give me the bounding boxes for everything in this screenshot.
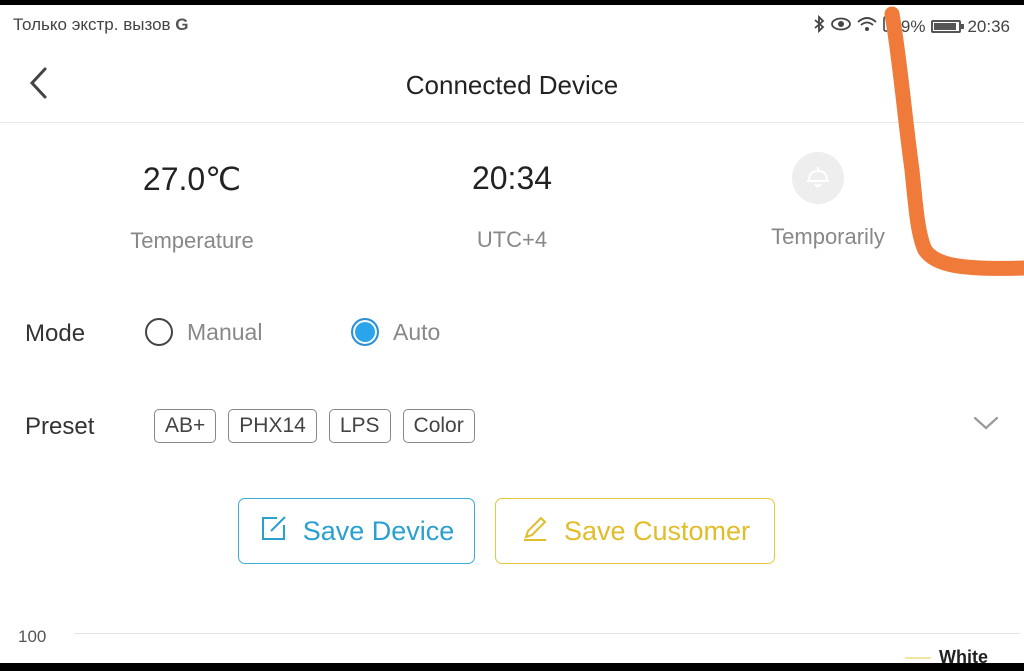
status-bar: Только экстр. вызов G 9% 20:36 — [0, 5, 1024, 45]
mode-manual-label: Manual — [187, 318, 263, 345]
preset-tag[interactable]: AB+ — [154, 409, 217, 443]
mode-manual-radio[interactable]: Manual — [145, 318, 262, 346]
y-axis-tick: 100 — [18, 627, 47, 646]
temperature-block: 27.0℃ Temperature — [92, 160, 292, 254]
battery-fill — [934, 23, 957, 30]
spectrum-chart: 100 White — [0, 600, 1024, 667]
gridline — [74, 633, 1020, 634]
device-time-value: 20:34 — [471, 160, 553, 196]
sim-alert-icon — [883, 16, 895, 37]
page-title: Connected Device — [405, 70, 619, 100]
battery-percent: 9% — [900, 16, 926, 36]
battery-icon — [931, 20, 965, 33]
timezone-label: UTC+4 — [476, 227, 548, 252]
bluetooth-icon — [813, 14, 825, 38]
wifi-icon — [857, 16, 877, 37]
bottom-edge — [0, 663, 1024, 671]
mode-label: Mode — [25, 320, 86, 347]
legend-swatch — [905, 656, 931, 659]
lamp-icon[interactable] — [792, 152, 844, 204]
mode-auto-label: Auto — [393, 318, 441, 345]
app-header: Connected Device — [0, 46, 1024, 123]
mode-auto-radio[interactable]: Auto — [351, 318, 440, 346]
status-icons: 9% 20:36 — [813, 14, 1010, 38]
chevron-down-icon[interactable] — [972, 414, 1000, 432]
carrier-label: Только экстр. вызов — [13, 15, 171, 34]
temperature-value: 27.0℃ — [142, 161, 242, 197]
radio-circle[interactable] — [145, 318, 173, 346]
save-device-label: Save Device — [302, 515, 455, 546]
lamp-block[interactable]: Temporarily — [771, 152, 885, 249]
edit-box-icon — [259, 513, 289, 550]
preset-tag[interactable]: PHX14 — [228, 409, 317, 443]
time-block: 20:34 UTC+4 — [412, 160, 612, 253]
preset-tags: AB+ PHX14 LPS Color — [154, 409, 475, 443]
google-icon: G — [175, 15, 189, 34]
preset-label: Preset — [25, 413, 95, 440]
save-customer-button[interactable]: Save Customer — [495, 498, 775, 564]
status-time: 20:36 — [967, 16, 1010, 36]
preset-tag[interactable]: Color — [402, 409, 475, 443]
save-customer-label: Save Customer — [563, 515, 751, 546]
carrier-text: Только экстр. вызов G — [13, 15, 189, 35]
radio-circle-selected[interactable] — [351, 318, 379, 346]
temperature-label: Temperature — [130, 228, 254, 253]
save-device-button[interactable]: Save Device — [238, 498, 475, 564]
eye-icon — [830, 17, 851, 36]
pencil-icon — [520, 513, 550, 550]
lamp-label: Temporarily — [771, 224, 885, 249]
preset-tag[interactable]: LPS — [328, 409, 391, 443]
